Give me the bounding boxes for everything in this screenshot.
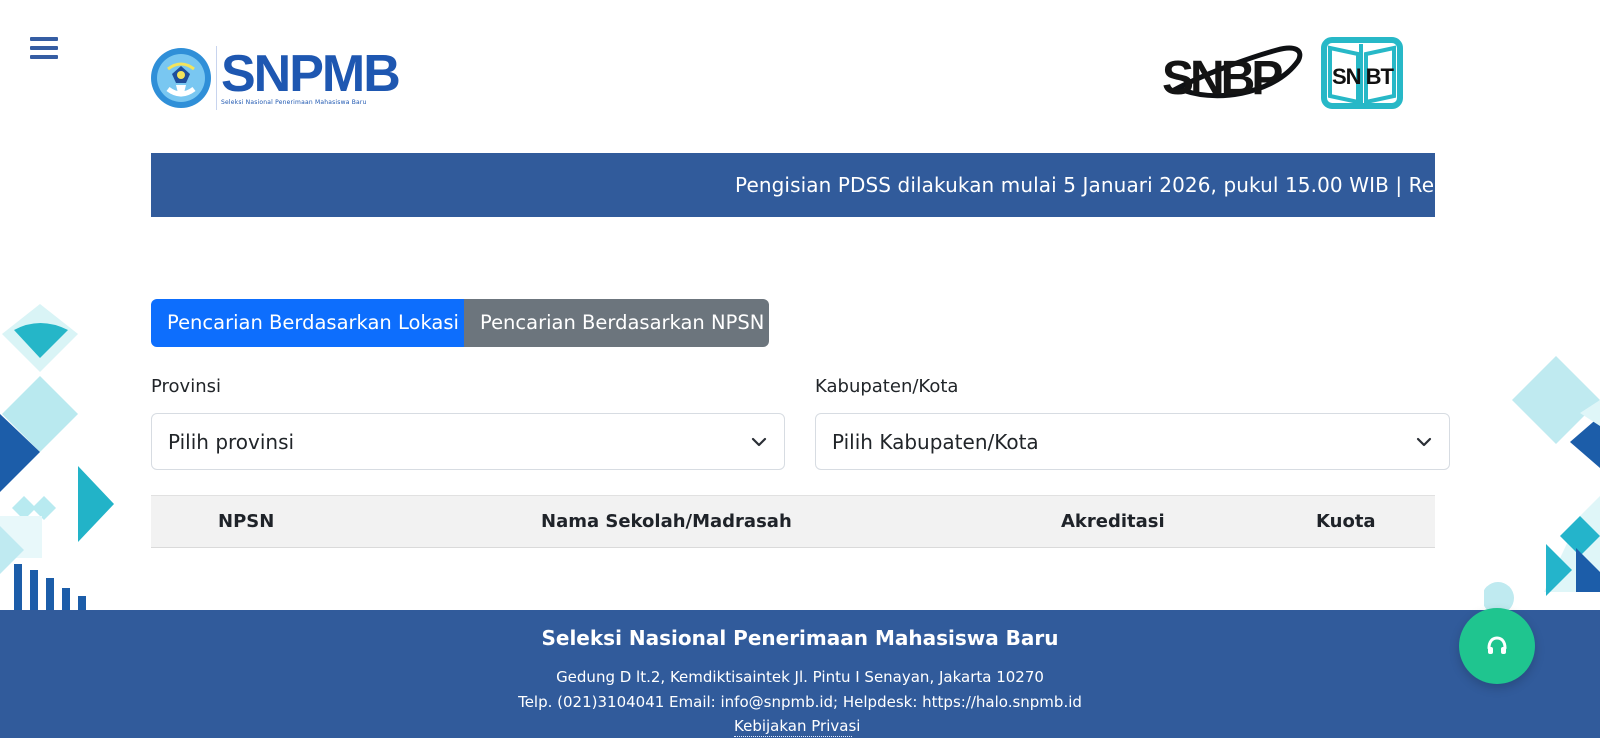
hamburger-icon <box>30 37 58 41</box>
announcement-text: Pengisian PDSS dilakukan mulai 5 Januari… <box>735 173 1435 197</box>
hamburger-icon <box>30 55 58 59</box>
kabupaten-kota-selected-value: Pilih Kabupaten/Kota <box>832 429 1039 454</box>
table-header-npsn: NPSN <box>218 511 275 532</box>
right-geometric-decoration-icon <box>1484 356 1600 612</box>
snbt-logo-text: SN BT <box>1332 64 1395 89</box>
chevron-down-icon <box>751 437 767 446</box>
snbp-logo-text-left: SNBP <box>1162 52 1282 105</box>
hamburger-icon <box>30 46 58 50</box>
chevron-down-icon <box>1416 437 1432 446</box>
menu-button[interactable] <box>30 34 58 62</box>
snpmb-logo-wordmark: SNPMB <box>221 44 401 103</box>
site-footer: Seleksi Nasional Penerimaan Mahasiswa Ba… <box>0 610 1600 738</box>
provinsi-select[interactable]: Pilih provinsi <box>151 413 785 470</box>
table-header-accreditation: Akreditasi <box>1061 511 1165 532</box>
page: SNPMB Seleksi Nasional Penerimaan Mahasi… <box>0 0 1600 738</box>
privacy-policy-link[interactable]: Kebijakan Privasi <box>734 716 860 737</box>
snpmb-logo-text: SNPMB Seleksi Nasional Penerimaan Mahasi… <box>216 44 401 110</box>
tab-search-by-npsn[interactable]: Pencarian Berdasarkan NPSN <box>464 299 769 347</box>
kabupaten-kota-label: Kabupaten/Kota <box>815 376 959 397</box>
footer-title: Seleksi Nasional Penerimaan Mahasiswa Ba… <box>541 626 1059 650</box>
provinsi-label: Provinsi <box>151 376 221 397</box>
kabupaten-kota-select[interactable]: Pilih Kabupaten/Kota <box>815 413 1450 470</box>
table-header-school-name: Nama Sekolah/Madrasah <box>541 511 792 532</box>
snpmb-logo[interactable]: SNPMB Seleksi Nasional Penerimaan Mahasi… <box>150 44 410 112</box>
left-geometric-decoration-icon <box>0 304 114 610</box>
footer-contact: Telp. (021)3104041 Email: info@snpmb.id;… <box>518 693 1082 711</box>
helpdesk-button[interactable] <box>1459 608 1535 684</box>
snpmb-logo-subtitle: Seleksi Nasional Penerimaan Mahasiswa Ba… <box>221 98 367 106</box>
tab-search-by-location[interactable]: Pencarian Berdasarkan Lokasi <box>151 299 464 347</box>
announcement-ticker: Pengisian PDSS dilakukan mulai 5 Januari… <box>151 153 1435 217</box>
headphones-icon <box>1487 636 1507 654</box>
search-tabs: Pencarian Berdasarkan Lokasi Pencarian B… <box>151 299 769 347</box>
tut-wuri-handayani-emblem-icon <box>151 48 211 108</box>
table-header-quota: Kuota <box>1316 511 1376 532</box>
school-table-header: NPSN Nama Sekolah/Madrasah Akreditasi Ku… <box>151 495 1435 548</box>
footer-address: Gedung D lt.2, Kemdiktisaintek Jl. Pintu… <box>556 668 1044 686</box>
snbp-snbt-logos[interactable]: SNBP SN BT <box>1162 36 1410 112</box>
provinsi-selected-value: Pilih provinsi <box>168 429 295 454</box>
